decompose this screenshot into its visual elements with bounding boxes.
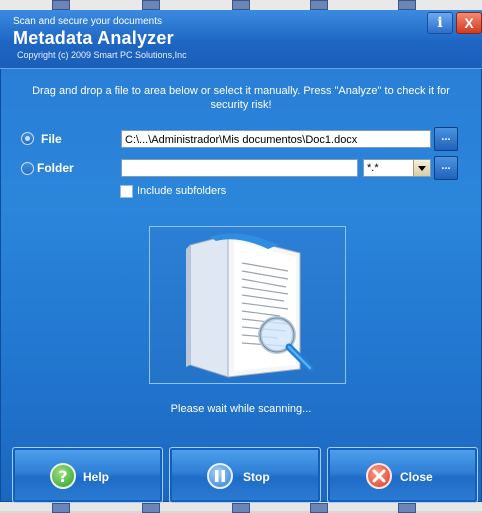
include-subfolders-checkbox[interactable] xyxy=(120,185,133,198)
chevron-down-icon[interactable] xyxy=(413,160,430,176)
desktop-icon xyxy=(310,0,328,10)
help-button[interactable]: ? Help xyxy=(12,447,163,503)
desktop-icon xyxy=(310,503,328,513)
close-button[interactable]: Close xyxy=(327,447,478,503)
desktop-icon xyxy=(52,503,70,513)
stop-button[interactable]: Stop xyxy=(169,447,321,503)
desktop-bottom-strip xyxy=(0,502,482,513)
folder-path-input[interactable] xyxy=(121,159,358,177)
folder-radio[interactable] xyxy=(21,162,34,175)
title-bar[interactable]: Scan and secure your documents Metadata … xyxy=(0,10,482,69)
copyright-text: Copyright (c) 2009 Smart PC Solutions,In… xyxy=(17,50,187,60)
close-label: Close xyxy=(400,470,433,484)
desktop-icon xyxy=(232,0,250,10)
info-button[interactable]: i xyxy=(427,12,453,34)
file-label: File xyxy=(41,132,62,146)
desktop-icon xyxy=(142,503,160,513)
stop-label: Stop xyxy=(243,470,270,484)
scan-status-text: Please wait while scanning... xyxy=(170,403,312,415)
desktop-icon xyxy=(398,0,416,10)
file-filter-select[interactable]: *.* xyxy=(363,159,431,177)
window-close-button[interactable]: X xyxy=(456,12,482,34)
file-radio[interactable] xyxy=(21,132,34,145)
svg-text:?: ? xyxy=(58,467,67,486)
desktop-icon xyxy=(142,0,160,10)
document-magnifier-icon xyxy=(186,233,314,378)
app-window: Scan and secure your documents Metadata … xyxy=(0,10,482,503)
folder-browse-button[interactable]: ... xyxy=(434,156,458,180)
folder-label: Folder xyxy=(37,161,74,175)
x-circle-icon xyxy=(366,463,392,489)
include-subfolders-label: Include subfolders xyxy=(137,185,227,197)
close-icon: X xyxy=(464,15,474,31)
pause-icon xyxy=(207,463,233,489)
file-filter-value: *.* xyxy=(367,162,379,174)
file-browse-button[interactable]: ... xyxy=(434,127,458,151)
info-icon: i xyxy=(437,15,443,31)
drop-area[interactable] xyxy=(149,226,346,384)
question-icon: ? xyxy=(50,463,76,489)
desktop-top-strip xyxy=(0,0,482,10)
tagline: Scan and secure your documents xyxy=(13,16,162,27)
desktop-icon xyxy=(398,503,416,513)
app-title: Metadata Analyzer xyxy=(13,28,174,48)
instructions-text: Drag and drop a file to area below or se… xyxy=(32,85,450,111)
desktop-icon xyxy=(232,503,250,513)
help-label: Help xyxy=(83,470,110,484)
file-path-input[interactable]: C:\...\Administrador\Mis documentos\Doc1… xyxy=(121,130,431,148)
desktop-icon xyxy=(52,0,70,10)
